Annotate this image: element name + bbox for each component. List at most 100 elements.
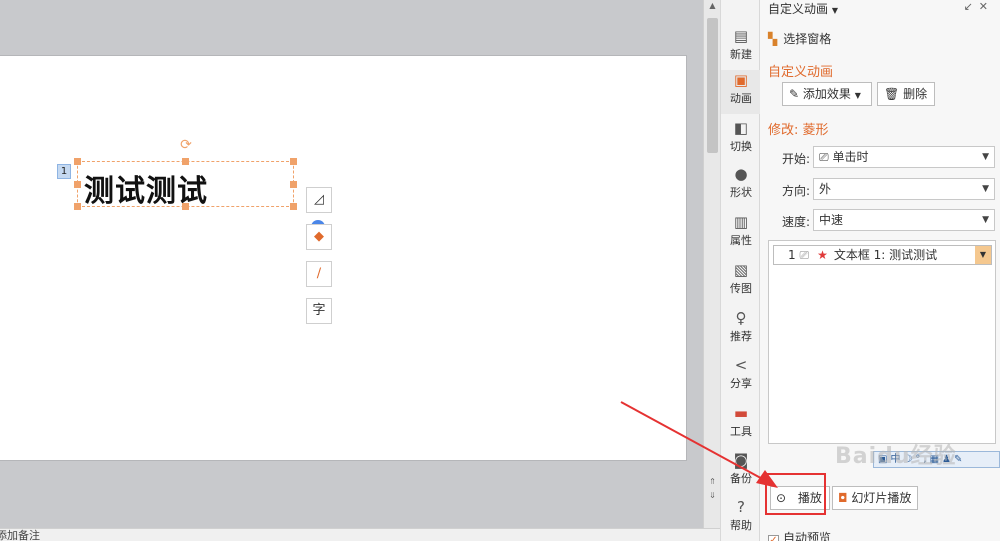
resize-handle[interactable]	[74, 158, 81, 165]
share-icon: <	[734, 356, 748, 374]
mouse-icon: ⎚	[799, 248, 810, 262]
sidebar-item-label: 传图	[730, 282, 752, 295]
add-effect-button[interactable]: ✎ 添加效果 ▼	[782, 82, 872, 106]
sidebar-item-label: 新建	[730, 48, 752, 61]
outline-button[interactable]: ∕	[306, 261, 332, 287]
scroll-up-icon[interactable]: ▲	[704, 0, 721, 12]
sidebar-item-label: 切换	[730, 140, 752, 153]
close-icon[interactable]: ✕	[979, 0, 994, 13]
resize-handle[interactable]	[182, 158, 189, 165]
mouse-icon: ⎚	[819, 150, 829, 164]
sidebar-item-properties[interactable]: ▥ 属性	[721, 212, 761, 256]
sidebar-item-help[interactable]: ? 帮助	[721, 497, 761, 541]
sidebar-item-upload-image[interactable]: ▧ 传图	[721, 260, 761, 304]
recommend-icon: ♀	[735, 309, 747, 327]
backup-icon: ◙	[733, 451, 749, 469]
slide[interactable]: 1 ⟳ 测试测试 − ◿ ◆ ∕ 字	[0, 55, 687, 461]
animation-list[interactable]: 1 ⎚ ★ 文本框 1: 测试测试 ▼	[768, 240, 996, 444]
text-style-button[interactable]: 字	[306, 298, 332, 324]
sidebar-item-label: 帮助	[730, 519, 752, 532]
section-custom-animation: 自定义动画	[768, 65, 834, 80]
trash-icon: 🗑	[884, 87, 900, 101]
help-icon: ?	[737, 498, 745, 516]
sidebar-item-label: 动画	[730, 92, 752, 105]
animation-item-number: 1	[788, 248, 796, 262]
next-slide-icon[interactable]: ⇓	[704, 490, 721, 502]
pane-title-text: 自定义动画	[768, 2, 829, 16]
chevron-down-icon: ▼	[982, 184, 989, 194]
sidebar-item-new[interactable]: ▤ 新建	[721, 26, 761, 70]
watermark: Baidu经验	[835, 444, 957, 469]
resize-handle[interactable]	[290, 181, 297, 188]
sidebar-item-shape[interactable]: ● 形状	[721, 164, 761, 208]
fill-button[interactable]: ◆	[306, 224, 332, 250]
notes-placeholder[interactable]: 单击此处添加备注	[0, 529, 40, 541]
add-effect-label: 添加效果	[802, 87, 851, 101]
chevron-down-icon[interactable]: ▼	[975, 246, 991, 264]
start-value: 单击时	[832, 150, 869, 164]
speed-select[interactable]: 中速 ▼	[813, 209, 995, 231]
line-color-icon: ∕	[316, 266, 322, 281]
transition-icon: ◧	[733, 119, 749, 137]
chevron-down-icon: ▼	[982, 152, 989, 162]
properties-icon: ▥	[733, 213, 749, 231]
sidebar-item-label: 备份	[730, 472, 752, 485]
selection-pane-link[interactable]: ▚ 选择窗格	[768, 30, 831, 47]
sidebar-item-label: 形状	[730, 186, 752, 199]
chevron-down-icon: ▼	[831, 6, 838, 15]
pane-title[interactable]: 自定义动画 ▼	[768, 0, 838, 17]
auto-preview-checkbox[interactable]: ✓ 自动预览	[768, 529, 831, 541]
selection-pane-label: 选择窗格	[783, 32, 832, 46]
shape-icon: ●	[734, 165, 748, 183]
resize-handle[interactable]	[74, 203, 81, 210]
sidebar-item-label: 属性	[730, 234, 752, 247]
prev-slide-icon[interactable]: ⇑	[704, 476, 721, 488]
toolbox-icon: ▬	[733, 404, 749, 422]
upload-image-icon: ▧	[733, 261, 749, 279]
selection-pane-icon: ▚	[768, 32, 778, 46]
direction-label: 方向:	[782, 184, 811, 198]
resize-handle[interactable]	[182, 203, 189, 210]
checkbox-checked-icon: ✓	[768, 535, 779, 541]
rotate-handle-icon[interactable]: ⟳	[179, 138, 193, 152]
text-format-icon: 字	[312, 303, 326, 318]
chevron-down-icon: ▼	[854, 91, 861, 100]
start-label: 开始:	[782, 152, 811, 166]
sidebar-item-backup[interactable]: ◙ 备份	[721, 450, 761, 494]
star-effect-icon: ★	[817, 248, 828, 262]
side-toolbar: ▤ 新建 ▣ 动画 ◧ 切换 ● 形状 ▥ 属性 ▧ 传图 ♀ 推荐 < 分享 ▬ 工具 ◙ 备份 …	[720, 0, 761, 541]
direction-value: 外	[819, 182, 832, 196]
notes-bar[interactable]: 单击此处添加备注	[0, 528, 720, 541]
sidebar-item-label: 分享	[730, 377, 752, 390]
shape-style-button[interactable]: ◿	[306, 187, 332, 213]
sidebar-item-animation[interactable]: ▣ 动画	[721, 70, 761, 114]
start-select[interactable]: ⎚ 单击时 ▼	[813, 146, 995, 168]
slideshow-label: 幻灯片播放	[851, 491, 912, 505]
textbox-text[interactable]: 测试测试	[84, 166, 208, 210]
restore-icon[interactable]: ↙	[964, 0, 979, 13]
sidebar-item-tools[interactable]: ▬ 工具	[721, 403, 761, 447]
chevron-down-icon: ▼	[982, 215, 989, 225]
delete-button[interactable]: 🗑 删除	[877, 82, 935, 106]
pane-controls: ↙✕	[964, 0, 994, 13]
sidebar-item-recommend[interactable]: ♀ 推荐	[721, 308, 761, 352]
animation-item-label: 文本框 1: 测试测试	[833, 248, 938, 262]
animation-list-item[interactable]: 1 ⎚ ★ 文本框 1: 测试测试 ▼	[773, 245, 992, 265]
vertical-scrollbar[interactable]: ▲ ⇑ ⇓	[703, 0, 720, 528]
sidebar-item-label: 工具	[730, 425, 752, 438]
scrollbar-thumb[interactable]	[707, 18, 718, 153]
resize-handle[interactable]	[74, 181, 81, 188]
slideshow-icon: ◘	[838, 491, 848, 505]
auto-preview-label: 自动预览	[783, 531, 832, 541]
sidebar-item-transition[interactable]: ◧ 切换	[721, 118, 761, 162]
resize-handle[interactable]	[290, 203, 297, 210]
animation-icon: ▣	[733, 71, 749, 89]
textbox[interactable]: 测试测试	[74, 158, 297, 210]
resize-handle[interactable]	[290, 158, 297, 165]
slideshow-button[interactable]: ◘ 幻灯片播放	[832, 486, 918, 510]
direction-select[interactable]: 外 ▼	[813, 178, 995, 200]
sidebar-item-label: 推荐	[730, 330, 752, 343]
animation-number-tag: 1	[57, 164, 71, 179]
sidebar-item-share[interactable]: < 分享	[721, 355, 761, 399]
pencil-icon: ✎	[789, 87, 800, 101]
